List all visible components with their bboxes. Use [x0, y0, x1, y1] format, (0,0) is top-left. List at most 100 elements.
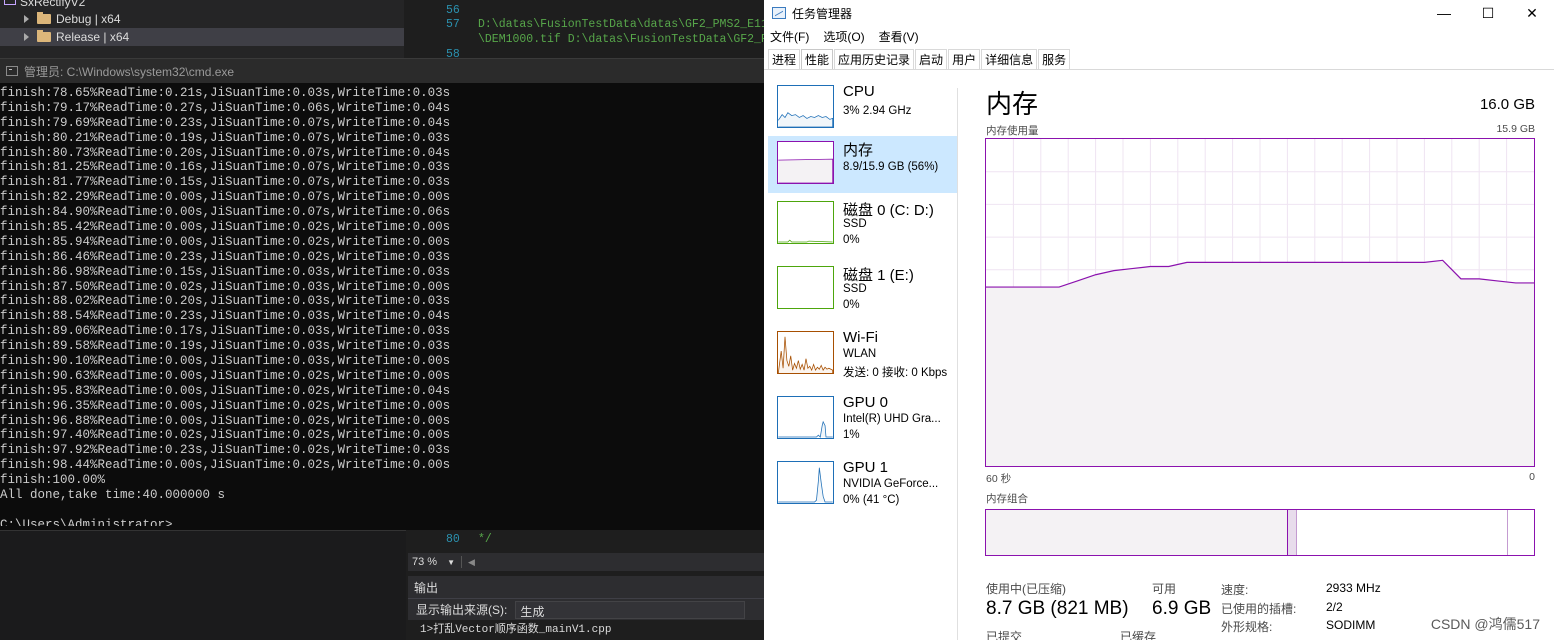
tab-performance[interactable]: 性能	[801, 49, 834, 69]
cmd-window[interactable]: 管理员: C:\Windows\system32\cmd.exe finish:…	[0, 58, 764, 530]
task-manager-icon	[772, 7, 786, 19]
sidebar-cpu-name: CPU	[843, 83, 875, 100]
sidebar-item-disk1[interactable]: 磁盘 1 (E:) SSD 0%	[768, 261, 958, 318]
output-source-row: 显示输出来源(S): 生成	[408, 598, 766, 620]
sidebar-gpu0-name: GPU 0	[843, 394, 889, 411]
sidebar-item-disk0[interactable]: 磁盘 0 (C: D:) SSD 0%	[768, 196, 958, 253]
sidebar-gpu0-model: Intel(R) UHD Gra...	[843, 413, 941, 425]
sidebar-item-gpu1[interactable]: GPU 1 NVIDIA GeForce... 0% (41 °C)	[768, 456, 958, 513]
form-factor-value: SODIMM	[1326, 618, 1376, 632]
scroll-left-icon[interactable]: ◀	[468, 557, 475, 568]
tab-app-history[interactable]: 应用历史记录	[834, 49, 915, 69]
tab-services[interactable]: 服务	[1038, 49, 1071, 69]
cmd-line: finish:86.98%ReadTime:0.15s,JiSuanTime:0…	[0, 264, 451, 279]
folder-icon	[37, 30, 51, 42]
terminal-icon	[6, 66, 18, 76]
cmd-titlebar[interactable]: 管理员: C:\Windows\system32\cmd.exe	[0, 59, 764, 83]
performance-sidebar: CPU 3% 2.94 GHz 内存 8.9/15.9 GB (56%) 磁盘 …	[768, 80, 964, 640]
sidebar-item-memory[interactable]: 内存 8.9/15.9 GB (56%)	[768, 136, 958, 193]
solution-explorer: SxRectifyV2 Debug | x64 Release | x64	[0, 0, 404, 58]
memory-usage-chart	[985, 138, 1535, 467]
solution-item-label: Release | x64	[56, 30, 130, 44]
cmd-line: finish:100.00%	[0, 473, 106, 488]
minimize-button[interactable]: —	[1422, 0, 1466, 26]
sidebar-disk0-usage: 0%	[843, 234, 860, 246]
memory-page-title: 内存	[986, 89, 1039, 119]
cmd-line: finish:80.21%ReadTime:0.19s,JiSuanTime:0…	[0, 130, 451, 145]
cmd-line: finish:97.92%ReadTime:0.23s,JiSuanTime:0…	[0, 443, 451, 458]
tm-titlebar[interactable]: 任务管理器 — ☐ ✕	[764, 0, 1554, 26]
form-factor-label: 外形规格:	[1221, 620, 1273, 634]
line-number: 80	[446, 533, 460, 546]
tab-processes[interactable]: 进程	[768, 49, 801, 69]
sidebar-gpu1-name: GPU 1	[843, 459, 889, 476]
tab-users[interactable]: 用户	[948, 49, 981, 69]
output-panel-header: 输出	[408, 576, 766, 598]
zoom-level[interactable]: 73 %	[412, 556, 437, 568]
sidebar-item-wifi[interactable]: Wi-Fi WLAN 发送: 0 接收: 0 Kbps	[768, 326, 958, 383]
wifi-mini-graph	[777, 331, 834, 374]
slots-value: 2/2	[1326, 600, 1343, 614]
sidebar-item-cpu[interactable]: CPU 3% 2.94 GHz	[768, 80, 958, 137]
divider	[461, 556, 462, 568]
cmd-line: All done,take time:40.000000 s	[0, 488, 226, 503]
solution-item-debug[interactable]: Debug | x64	[0, 10, 404, 28]
in-use-label: 使用中(已压缩)	[986, 582, 1066, 596]
menu-view[interactable]: 查看(V)	[879, 28, 919, 45]
line-number: 56	[446, 4, 460, 17]
cmd-line: finish:95.83%ReadTime:0.00s,JiSuanTime:0…	[0, 383, 451, 398]
memory-usage-label: 内存使用量	[986, 125, 1039, 137]
zoom-dropdown-icon[interactable]: ▼	[447, 558, 455, 567]
folder-icon	[37, 12, 51, 24]
cmd-line: finish:85.94%ReadTime:0.00s,JiSuanTime:0…	[0, 234, 451, 249]
sidebar-disk1-usage: 0%	[843, 299, 860, 311]
sidebar-memory-name: 内存	[843, 142, 874, 159]
speed-label: 速度:	[1221, 583, 1249, 597]
gpu1-mini-graph	[777, 461, 834, 504]
sidebar-wifi-name: Wi-Fi	[843, 329, 878, 346]
solution-item-release[interactable]: Release | x64	[0, 28, 404, 46]
output-text: 1>打乱Vector顺序函数_mainV1.cpp	[408, 620, 766, 640]
committed-label: 已提交	[986, 630, 1023, 640]
x-axis-right-label: 0	[1529, 471, 1535, 483]
sidebar-wifi-throughput: 发送: 0 接收: 0 Kbps	[843, 367, 948, 379]
cached-label: 已缓存	[1120, 630, 1157, 640]
composition-modified	[1288, 510, 1297, 555]
cmd-line: finish:89.06%ReadTime:0.17s,JiSuanTime:0…	[0, 324, 451, 339]
cmd-line: finish:82.29%ReadTime:0.00s,JiSuanTime:0…	[0, 190, 451, 205]
x-axis-left-label: 60 秒	[986, 473, 1012, 485]
cmd-line: finish:90.63%ReadTime:0.00s,JiSuanTime:0…	[0, 368, 451, 383]
sidebar-disk1-type: SSD	[843, 283, 867, 295]
cmd-line: finish:86.46%ReadTime:0.23s,JiSuanTime:0…	[0, 249, 451, 264]
solution-project-row[interactable]: SxRectifyV2	[0, 0, 404, 10]
maximize-button[interactable]: ☐	[1466, 0, 1510, 26]
sidebar-wifi-adapter: WLAN	[843, 348, 877, 360]
slots-label: 已使用的插槽:	[1221, 602, 1297, 616]
cmd-line: finish:79.17%ReadTime:0.27s,JiSuanTime:0…	[0, 100, 451, 115]
menu-options[interactable]: 选项(O)	[823, 28, 864, 45]
cmd-line: C:\Users\Administrator>	[0, 518, 764, 526]
cmd-line: finish:79.69%ReadTime:0.23s,JiSuanTime:0…	[0, 115, 451, 130]
expand-arrow-icon[interactable]	[24, 15, 29, 23]
output-source-select[interactable]: 生成	[515, 600, 746, 619]
cpu-mini-graph	[777, 85, 834, 128]
in-use-value: 8.7 GB (821 MB)	[986, 598, 1129, 619]
tab-details[interactable]: 详细信息	[981, 49, 1038, 69]
code-line: \DEM1000.tif D:\datas\FusionTestData\GF2…	[478, 33, 768, 46]
sidebar-disk0-type: SSD	[843, 218, 867, 230]
disk0-mini-graph	[777, 201, 834, 244]
cmd-line: finish:85.42%ReadTime:0.00s,JiSuanTime:0…	[0, 220, 451, 235]
cmd-output[interactable]: finish:78.65%ReadTime:0.21s,JiSuanTime:0…	[0, 86, 764, 526]
menu-bar: 文件(F) 选项(O) 查看(V)	[764, 26, 1554, 46]
tab-startup[interactable]: 启动	[915, 49, 948, 69]
sidebar-cpu-detail: 3% 2.94 GHz	[843, 105, 912, 117]
memory-usage-max: 15.9 GB	[1496, 123, 1535, 135]
output-title: 输出	[414, 580, 439, 595]
close-button[interactable]: ✕	[1510, 0, 1554, 26]
vs-left-panel	[0, 530, 406, 640]
sidebar-disk1-name: 磁盘 1 (E:)	[843, 267, 914, 284]
sidebar-item-gpu0[interactable]: GPU 0 Intel(R) UHD Gra... 1%	[768, 391, 958, 448]
menu-file[interactable]: 文件(F)	[770, 28, 809, 45]
expand-arrow-icon[interactable]	[24, 33, 29, 41]
cmd-line: finish:88.54%ReadTime:0.23s,JiSuanTime:0…	[0, 309, 451, 324]
